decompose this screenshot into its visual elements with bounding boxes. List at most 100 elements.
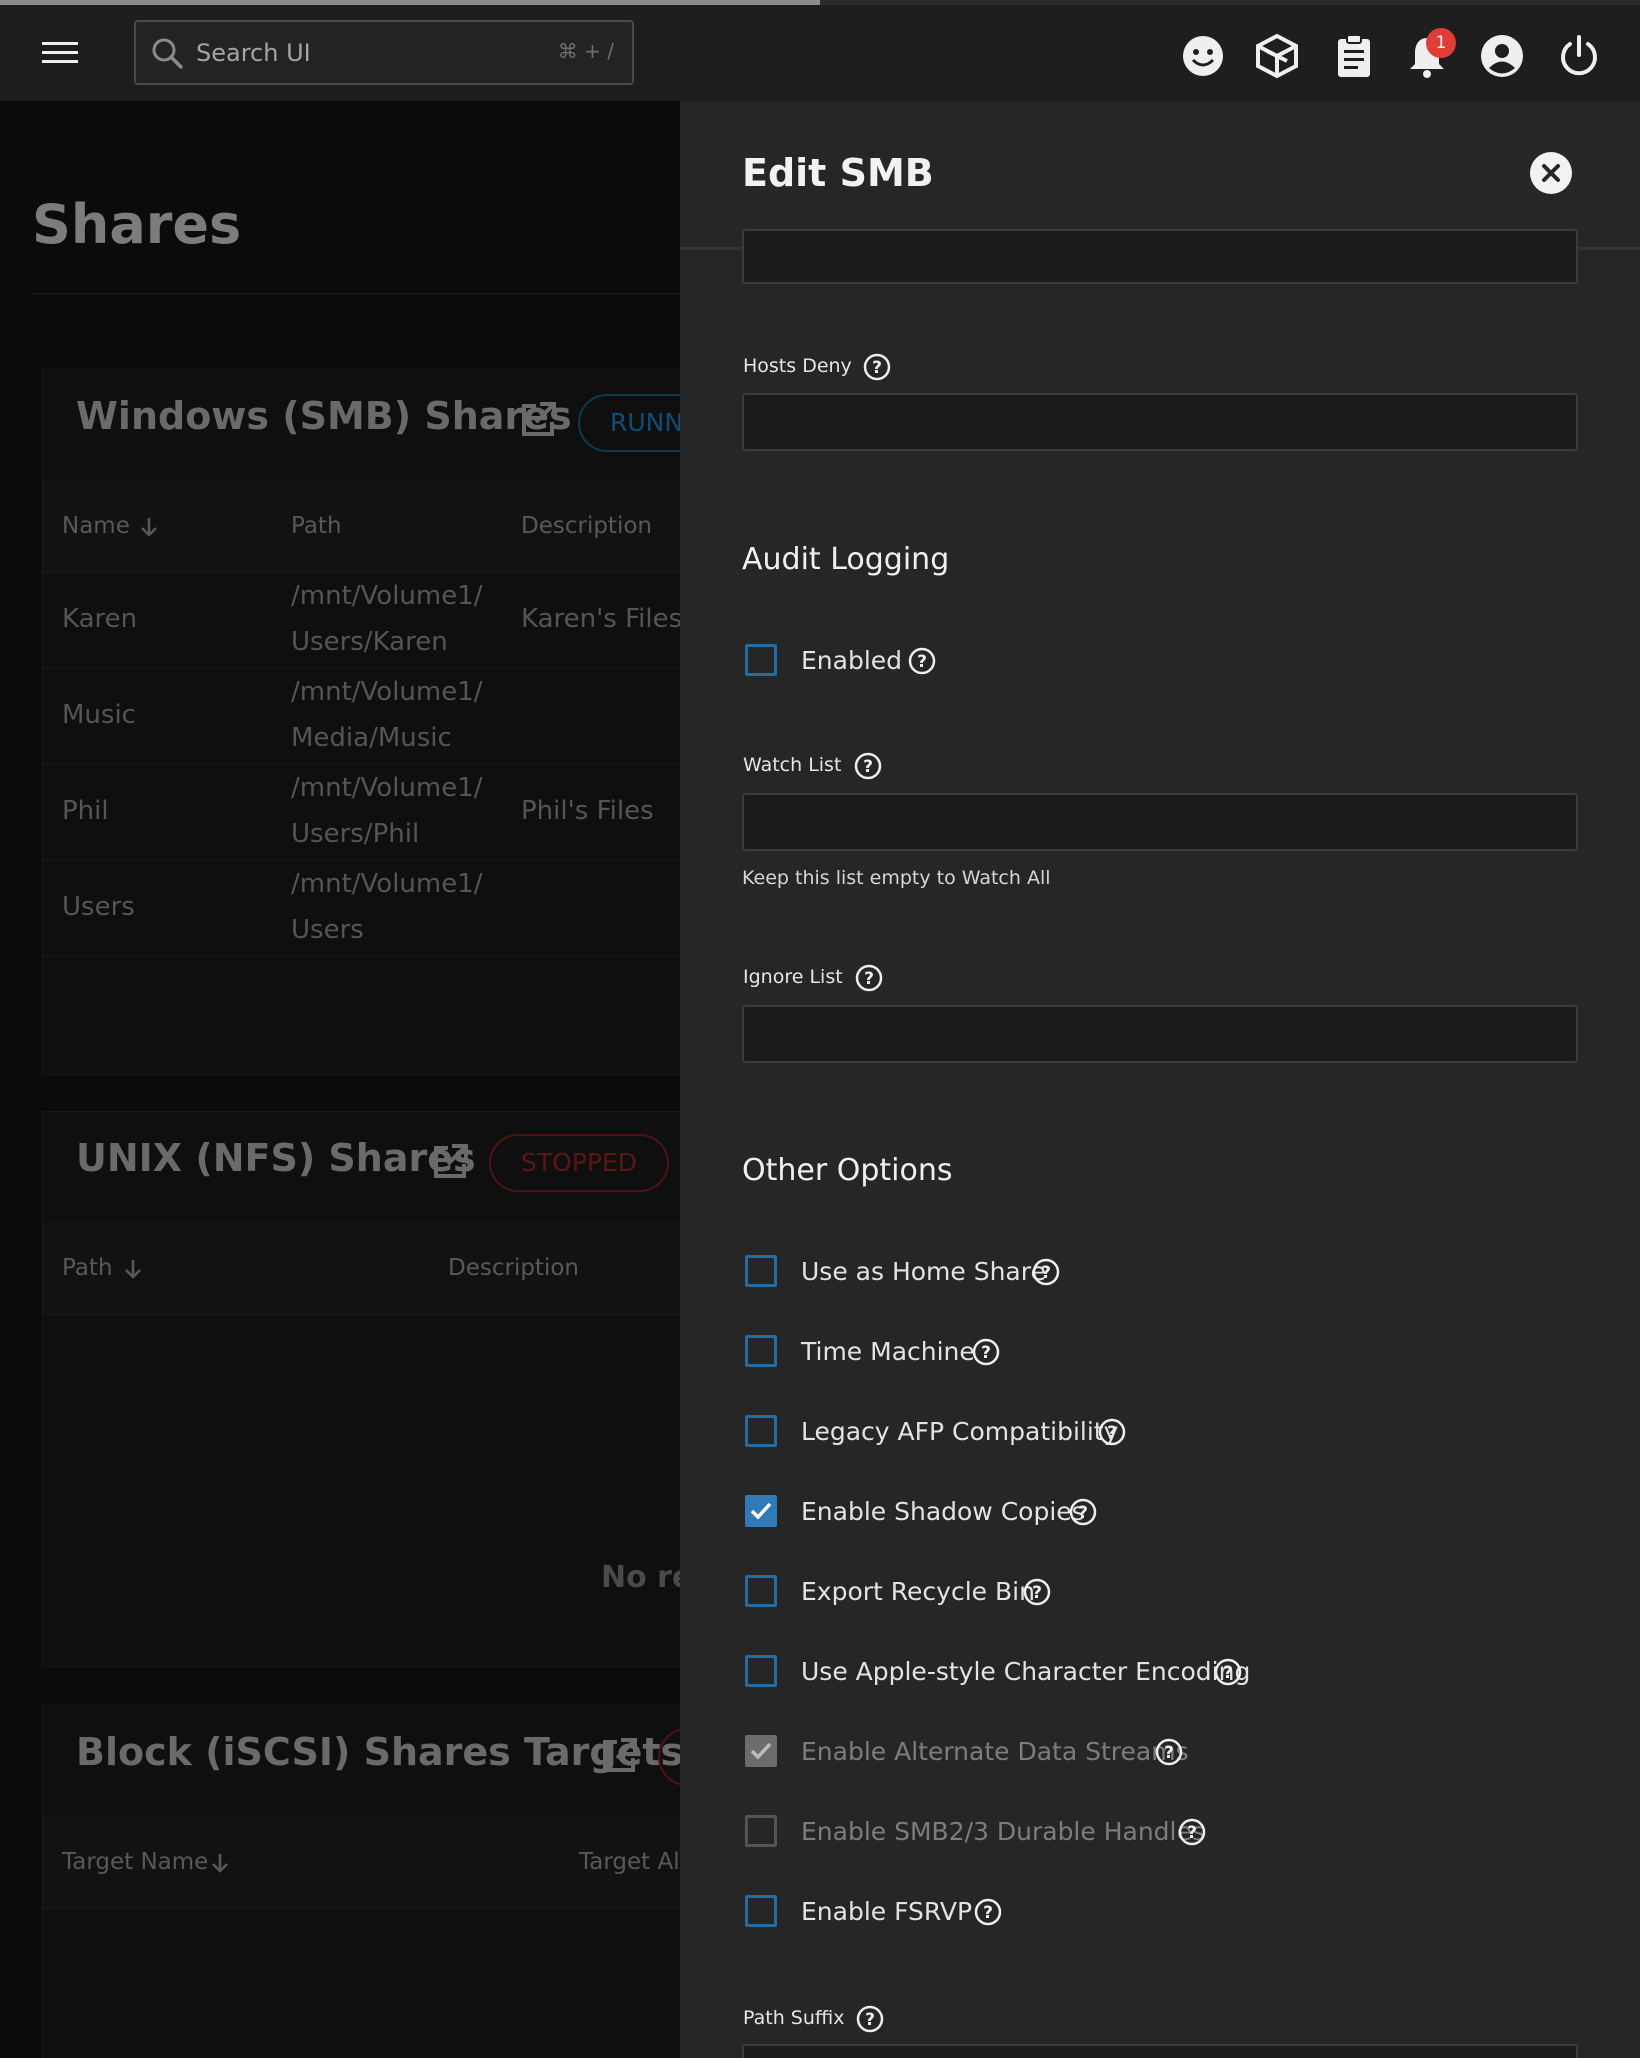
help-icon[interactable]: ? (863, 353, 891, 381)
legacy-afp-checkbox[interactable] (745, 1415, 777, 1447)
option-label[interactable]: Export Recycle Bin (801, 1577, 1035, 1606)
search-input[interactable]: Search UI ⌘ + / (134, 20, 634, 85)
shares-page-backdrop: Shares Windows (SMB) Shares RUNNING Name… (0, 101, 680, 2058)
smb-shares-card: Windows (SMB) Shares RUNNING Name Path D… (42, 369, 680, 1075)
hosts-deny-input[interactable] (742, 393, 1578, 451)
help-icon[interactable]: ? (908, 647, 936, 675)
export-recycle-bin-checkbox[interactable] (745, 1575, 777, 1607)
shadow-copies-checkbox[interactable] (745, 1495, 777, 1527)
hosts-deny-label: Hosts Deny (743, 355, 852, 377)
option-label: Enable Alternate Data Streams (801, 1737, 1189, 1766)
clipboard-icon[interactable] (1331, 33, 1377, 79)
smiley-icon[interactable] (1180, 33, 1226, 79)
column-target-name[interactable]: Target Name (62, 1849, 208, 1875)
search-icon (150, 36, 184, 70)
apple-encoding-checkbox[interactable] (745, 1655, 777, 1687)
time-machine-checkbox[interactable] (745, 1335, 777, 1367)
column-path[interactable]: Path (62, 1255, 113, 1281)
table-row-path: /mnt/Volume1/ (291, 677, 483, 707)
sort-arrow-icon[interactable] (208, 1851, 232, 1875)
svg-text:?: ? (1041, 1263, 1051, 1283)
hosts-allow-field[interactable] (742, 229, 1578, 284)
enable-fsrvp-checkbox[interactable] (745, 1895, 777, 1927)
option-label[interactable]: Legacy AFP Compatibility (801, 1417, 1118, 1446)
table-row-name: Music (62, 700, 136, 730)
column-target-alias[interactable]: Target Alias (579, 1849, 680, 1875)
option-label: Enable SMB2/3 Durable Handles (801, 1817, 1205, 1846)
column-description[interactable]: Description (448, 1255, 579, 1281)
empty-state-text: No records (601, 1560, 680, 1595)
column-name[interactable]: Name (62, 513, 130, 539)
open-in-new-icon[interactable] (599, 1736, 639, 1776)
ignore-list-label: Ignore List (743, 966, 843, 988)
help-icon[interactable]: ? (1155, 1738, 1183, 1766)
table-row-path: Media/Music (291, 723, 452, 753)
column-description[interactable]: Description (521, 513, 652, 539)
top-toolbar: Search UI ⌘ + / 1 (0, 5, 1640, 101)
svg-text:?: ? (1032, 1583, 1042, 1603)
help-icon[interactable]: ? (972, 1338, 1000, 1366)
iscsi-card-title[interactable]: Block (iSCSI) Shares Targets (76, 1730, 680, 1774)
table-row-path: /mnt/Volume1/ (291, 869, 483, 899)
nfs-card-title[interactable]: UNIX (NFS) Shares (76, 1136, 476, 1180)
account-icon[interactable] (1479, 33, 1525, 79)
help-icon[interactable]: ? (1214, 1658, 1242, 1686)
table-row-name: Karen (62, 604, 138, 634)
audit-enabled-checkbox[interactable] (745, 644, 777, 676)
nfs-status-badge[interactable]: STOPPED (489, 1134, 670, 1192)
option-label[interactable]: Enable FSRVP (801, 1897, 972, 1926)
drawer-title: Edit SMB (742, 151, 934, 195)
title-divider (32, 293, 680, 294)
other-options-heading: Other Options (742, 1153, 953, 1188)
iscsi-targets-card: Block (iSCSI) Shares Targets Target Name… (42, 1705, 680, 2058)
help-icon[interactable]: ? (1098, 1418, 1126, 1446)
option-label[interactable]: Use Apple-style Character Encoding (801, 1657, 1250, 1686)
svg-text:?: ? (917, 652, 927, 672)
watch-list-input[interactable] (742, 793, 1578, 851)
checkmark-icon (750, 1502, 772, 1520)
ignore-list-input[interactable] (742, 1005, 1578, 1063)
page-title: Shares (32, 193, 242, 256)
help-icon[interactable]: ? (856, 2005, 884, 2033)
watch-list-hint: Keep this list empty to Watch All (742, 867, 1051, 889)
table-row-name: Users (62, 892, 135, 922)
help-icon[interactable]: ? (854, 752, 882, 780)
table-row-path: Users/Phil (291, 819, 420, 849)
option-label[interactable]: Enable Shadow Copies (801, 1497, 1085, 1526)
svg-text:?: ? (1223, 1663, 1233, 1683)
table-row-description: Karen's Files (521, 604, 680, 634)
help-icon[interactable]: ? (1178, 1818, 1206, 1846)
help-icon[interactable]: ? (1032, 1258, 1060, 1286)
use-as-home-share-checkbox[interactable] (745, 1255, 777, 1287)
svg-text:?: ? (1107, 1423, 1117, 1443)
option-label[interactable]: Use as Home Share (801, 1257, 1046, 1286)
notification-badge: 1 (1426, 28, 1456, 58)
search-placeholder: Search UI (196, 39, 311, 67)
svg-text:?: ? (1078, 1503, 1088, 1523)
path-suffix-input[interactable] (742, 2044, 1578, 2058)
sort-arrow-icon[interactable] (121, 1257, 145, 1281)
smb-card-title[interactable]: Windows (SMB) Shares (76, 394, 572, 438)
open-in-new-icon[interactable] (518, 400, 558, 440)
path-suffix-label: Path Suffix (743, 2007, 845, 2029)
truenas-logo-icon[interactable] (1254, 33, 1300, 79)
open-in-new-icon[interactable] (430, 1142, 470, 1182)
table-row-path: Users (291, 915, 364, 945)
help-icon[interactable]: ? (1023, 1578, 1051, 1606)
help-icon[interactable]: ? (1069, 1498, 1097, 1526)
smb-status-badge[interactable]: RUNNING (578, 394, 680, 452)
search-shortcut: ⌘ + / (557, 39, 614, 63)
column-path[interactable]: Path (291, 513, 342, 539)
power-icon[interactable] (1556, 33, 1602, 79)
audit-enabled-label[interactable]: Enabled (801, 646, 902, 675)
svg-text:?: ? (1187, 1823, 1197, 1843)
checkmark-icon (750, 1742, 772, 1760)
help-icon[interactable]: ? (855, 964, 883, 992)
menu-icon[interactable] (40, 35, 86, 75)
sort-arrow-icon[interactable] (137, 515, 161, 539)
help-icon[interactable]: ? (974, 1898, 1002, 1926)
nfs-shares-card: UNIX (NFS) Shares STOPPED Path Descripti… (42, 1111, 680, 1667)
close-button[interactable] (1530, 152, 1572, 194)
alternate-data-streams-checkbox (745, 1735, 777, 1767)
option-label[interactable]: Time Machine (801, 1337, 975, 1366)
